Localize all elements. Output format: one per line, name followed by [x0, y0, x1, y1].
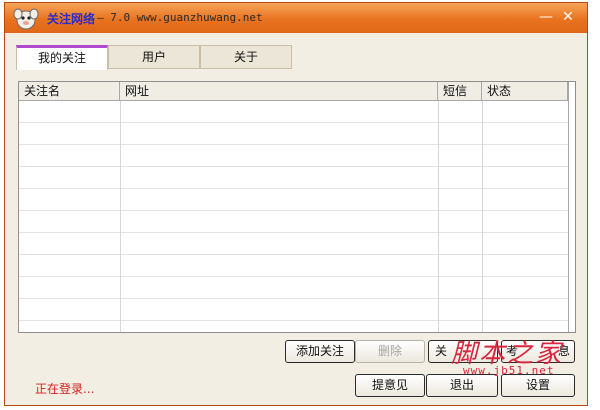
app-window: 关注网络 — 7.0 www.guanzhuwang.net — ✕ 我的关注 … — [4, 2, 588, 406]
site-watermark: 脚本之家 www.jb51.net — [445, 333, 595, 385]
column-divider — [482, 101, 483, 332]
add-follow-button[interactable]: 添加关注 — [285, 340, 355, 363]
table-row[interactable] — [19, 145, 568, 167]
status-text: 正在登录... — [35, 382, 95, 396]
app-title-name: 关注网络 — [47, 12, 96, 26]
table-row[interactable] — [19, 167, 568, 189]
table-row[interactable] — [19, 233, 568, 255]
table-row[interactable] — [19, 189, 568, 211]
table-row[interactable] — [19, 123, 568, 145]
watermark-url: www.jb51.net — [463, 364, 555, 377]
app-logo-icon — [13, 8, 39, 30]
column-header-sms[interactable]: 短信 — [438, 82, 482, 100]
column-header-status[interactable]: 状态 — [482, 82, 568, 100]
table-row[interactable] — [19, 255, 568, 277]
tab-my-follows[interactable]: 我的关注 — [16, 45, 108, 70]
title-bar[interactable]: 关注网络 — 7.0 www.guanzhuwang.net — ✕ — [5, 3, 587, 33]
app-title-version: — 7.0 www.guanzhuwang.net — [97, 11, 263, 24]
delete-button[interactable]: 删除 — [355, 340, 425, 363]
table-row[interactable] — [19, 101, 568, 123]
table-row[interactable] — [19, 211, 568, 233]
feedback-button[interactable]: 提意见 — [355, 374, 425, 397]
table-header: 关注名 网址 短信 状态 — [19, 82, 575, 101]
tab-about[interactable]: 关于 — [200, 45, 292, 69]
column-divider — [438, 101, 439, 332]
tab-users[interactable]: 用户 — [108, 45, 200, 69]
follow-list-table[interactable]: 关注名 网址 短信 状态 — [18, 81, 576, 333]
minimize-button[interactable]: — — [536, 9, 556, 27]
column-divider — [120, 101, 121, 332]
table-row[interactable] — [19, 299, 568, 321]
vertical-scrollbar[interactable] — [568, 82, 575, 332]
column-header-name[interactable]: 关注名 — [19, 82, 120, 100]
column-header-url[interactable]: 网址 — [120, 82, 438, 100]
close-button[interactable]: ✕ — [558, 9, 578, 27]
table-row[interactable] — [19, 277, 568, 299]
